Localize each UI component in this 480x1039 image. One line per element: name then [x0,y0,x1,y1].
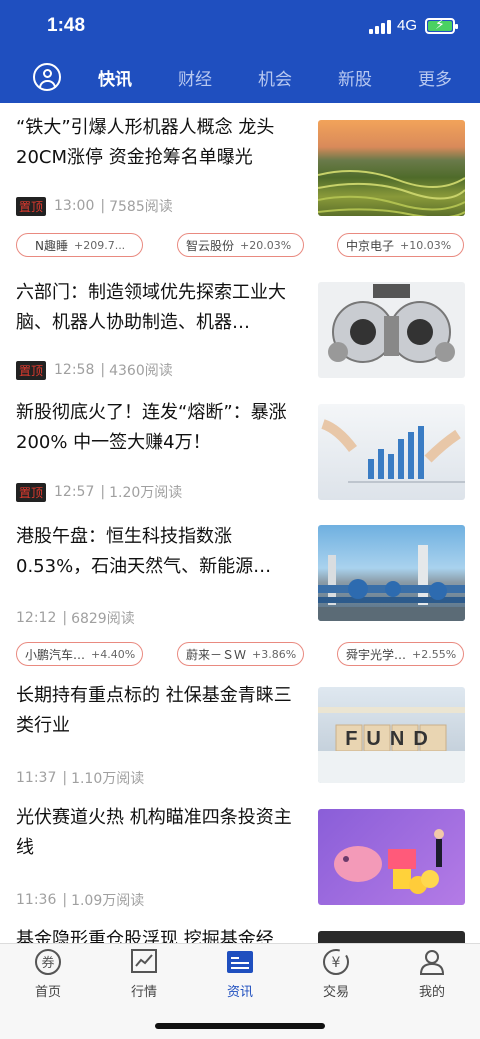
tabbar-label: 我的 [418,985,445,1000]
pin-badge: 置顶 [16,482,47,502]
tabbar-item-home[interactable]: 券 首页 [8,948,88,1000]
yuan-icon: ¥ [322,948,350,976]
tabbar-label: 资讯 [226,985,253,1000]
tab-gengduo[interactable]: 更多 [418,65,452,90]
tabbar-item-market[interactable]: 行情 [104,948,184,1000]
terraces-image [318,170,465,216]
news-meta: 12:12 | 6829阅读 [16,610,135,627]
news-title[interactable]: 六部门：制造领域优先探索工业大脑、机器人协助制造、机器… [16,278,301,338]
news-title[interactable]: 基金隐形重仓股浮现 挖掘基金经 [16,925,316,943]
news-meta: 置顶 13:00 | 7585阅读 [16,196,173,216]
tab-caijing[interactable]: 财经 [178,65,212,90]
news-time: 11:37 [16,770,57,786]
news-meta: 11:36 | 1.09万阅读 [16,892,145,909]
tab-kuaixun[interactable]: 快讯 [98,65,132,90]
tabbar-item-mine[interactable]: 我的 [392,948,472,1000]
news-item[interactable]: 长期持有重点标的 社保基金青睐三类行业 FUND 11:37 | 1.10万阅读 [0,675,480,797]
news-reads: 1.09万阅读 [71,893,145,909]
news-reads: 4360阅读 [109,363,173,379]
pipeline-plant-image [318,545,465,621]
pin-badge: 置顶 [16,360,47,380]
app-header: 1:48 4G ⚡ 快讯 财经 机会 新股 更多 [0,0,480,103]
tabbar-item-trade[interactable]: ¥ 交易 [296,948,376,1000]
user-icon [418,948,446,976]
coupon-icon: 券 [34,948,62,976]
fund-blocks-image: FUND [318,707,465,783]
news-reads: 6829阅读 [71,611,135,627]
stock-chip[interactable]: 蔚来－ＳＷ +3.86% [177,642,304,666]
signal-icon [369,20,391,34]
phoropter-image [328,284,455,363]
stock-chips: N趣睡 +209.7... 智云股份 +20.03% 中京电子 +10.03% [0,233,480,257]
piggy-bank-image [334,829,444,894]
tab-xingu[interactable]: 新股 [338,65,372,90]
tabbar-item-news[interactable]: 资讯 [200,948,280,1000]
fund-thumb-text: FUND [345,728,437,750]
news-title[interactable]: 新股彻底火了！连发“熔断”：暴涨200% 中一签大赚4万！ [16,398,301,458]
news-thumbnail[interactable] [318,809,465,905]
news-time: 12:12 [16,610,57,626]
stock-chips: 小鹏汽车… +4.40% 蔚来－ＳＷ +3.86% 舜宇光学… +2.55% [0,642,480,666]
news-item[interactable]: 基金隐形重仓股浮现 挖掘基金经 [0,919,480,943]
news-item[interactable]: 港股午盘：恒生科技指数涨0.53%，石油天然气、新能源… 12:12 | 682… [0,510,480,675]
tabbar-label: 首页 [34,985,61,1000]
news-thumbnail[interactable]: FUND [318,687,465,783]
home-indicator[interactable] [155,1023,325,1029]
stock-chip[interactable]: 舜宇光学… +2.55% [337,642,464,666]
pin-badge: 置顶 [16,196,47,216]
stock-chip[interactable]: 中京电子 +10.03% [337,233,464,257]
stock-chip[interactable]: N趣睡 +209.7... [16,233,143,257]
network-type: 4G [397,17,418,34]
news-reads: 1.20万阅读 [109,485,183,501]
top-nav: 快讯 财经 机会 新股 更多 [0,52,480,103]
tabbar-label: 行情 [130,985,157,1000]
stock-chip[interactable]: 小鹏汽车… +4.40% [16,642,143,666]
news-title[interactable]: 港股午盘：恒生科技指数涨0.53%，石油天然气、新能源… [16,522,301,582]
chart-icon [130,948,158,976]
news-time: 12:58 [54,362,95,378]
news-meta: 11:37 | 1.10万阅读 [16,770,145,787]
news-thumbnail[interactable] [318,282,465,378]
news-title[interactable]: 长期持有重点标的 社保基金青睐三类行业 [16,681,301,741]
news-time: 11:36 [16,892,57,908]
news-thumbnail[interactable] [318,120,465,216]
battery-icon: ⚡ [425,17,458,34]
status-bar: 1:48 4G ⚡ [0,0,480,52]
profile-avatar-icon[interactable] [33,63,61,91]
news-item[interactable]: 光伏赛道火热 机构瞄准四条投资主线 11:36 | 1.09万阅读 [0,797,480,919]
news-time: 13:00 [54,198,95,214]
news-thumbnail[interactable] [318,931,465,943]
news-meta: 置顶 12:58 | 4360阅读 [16,360,173,380]
news-item[interactable]: “铁大”引爆人形机器人概念 龙头20CM涨停 资金抢筹名单曝光 置顶 13:00… [0,103,480,275]
bar-chart-image [321,419,465,483]
status-time: 1:48 [47,15,86,36]
tab-jihui[interactable]: 机会 [258,65,292,90]
news-feed[interactable]: “铁大”引爆人形机器人概念 龙头20CM涨停 资金抢筹名单曝光 置顶 13:00… [0,103,480,943]
news-icon [226,948,254,976]
news-reads: 1.10万阅读 [71,771,145,787]
svg-text:¥: ¥ [332,955,341,971]
news-item[interactable]: 六部门：制造领域优先探索工业大脑、机器人协助制造、机器… 置顶 12:58 | … [0,275,480,388]
news-reads: 7585阅读 [109,199,173,215]
news-thumbnail[interactable] [318,525,465,621]
news-item[interactable]: 新股彻底火了！连发“熔断”：暴涨200% 中一签大赚4万！ 置顶 12:57 |… [0,388,480,510]
svg-text:券: 券 [41,955,54,971]
news-thumbnail[interactable] [318,404,465,500]
tabbar-label: 交易 [322,985,349,1000]
news-title[interactable]: “铁大”引爆人形机器人概念 龙头20CM涨停 资金抢筹名单曝光 [16,113,301,173]
stock-chip[interactable]: 智云股份 +20.03% [177,233,304,257]
news-meta: 置顶 12:57 | 1.20万阅读 [16,482,182,502]
news-title[interactable]: 光伏赛道火热 机构瞄准四条投资主线 [16,803,301,863]
news-time: 12:57 [54,484,95,500]
